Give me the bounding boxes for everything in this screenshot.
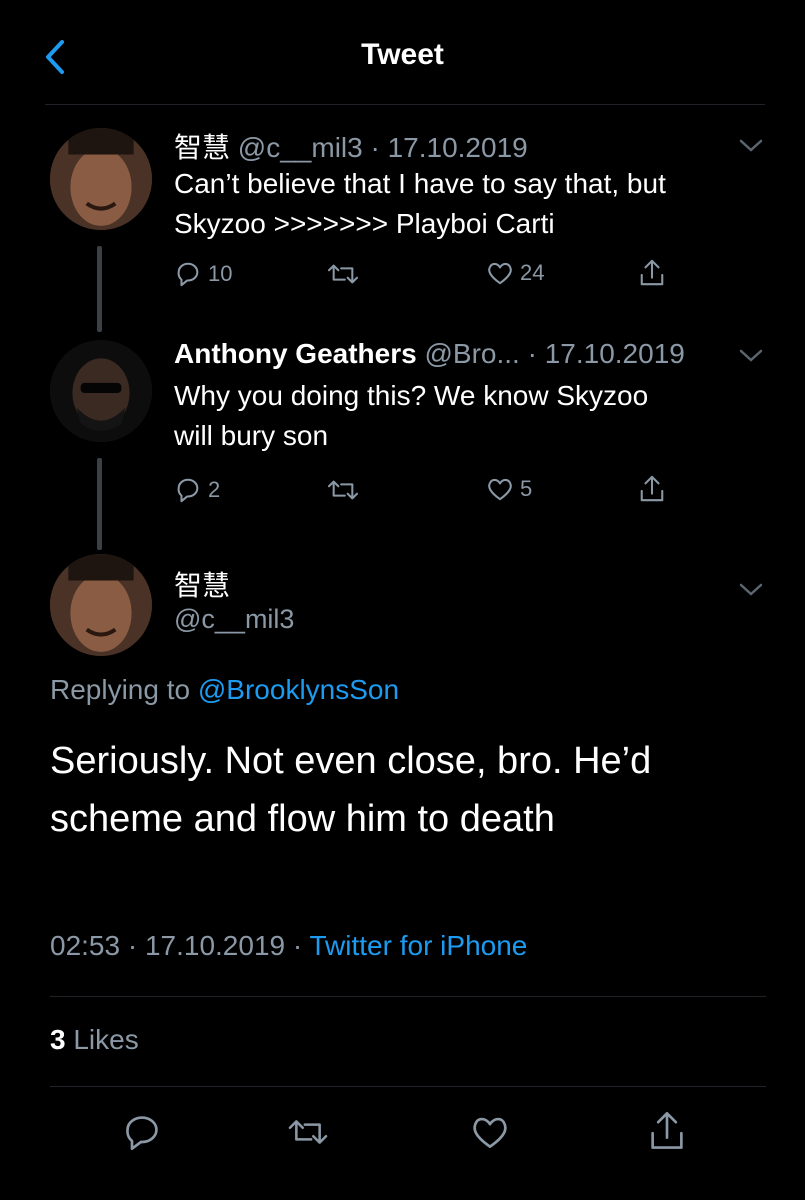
chevron-down-icon	[739, 139, 763, 152]
reply-button[interactable]	[122, 1112, 162, 1157]
retweet-button[interactable]	[326, 476, 360, 504]
tweet-date: · 17.10.2019 ·	[127, 930, 303, 961]
reply-icon	[126, 1116, 158, 1150]
share-button[interactable]	[638, 258, 666, 288]
retweet-icon	[327, 264, 359, 284]
avatar[interactable]	[50, 554, 152, 656]
page-title: Tweet	[361, 38, 444, 71]
chevron-down-icon	[739, 583, 763, 596]
handle[interactable]: @c__mil3	[238, 132, 363, 163]
tweet-text-line: scheme and flow him to death	[50, 798, 555, 840]
reply-count: 10	[208, 261, 233, 286]
main-tweet-text: Seriously. Not even close, bro. He’d sch…	[50, 732, 770, 848]
display-name[interactable]: 智慧	[174, 132, 230, 163]
share-button[interactable]	[648, 1110, 686, 1157]
heart-icon	[488, 478, 512, 501]
tweet-text: Why you doing this? We know Skyzoo will …	[174, 376, 754, 456]
tweet-timestamp: 02:53 · 17.10.2019 · Twitter for iPhone	[50, 930, 527, 962]
handle[interactable]: @Bro...	[424, 338, 519, 369]
like-count: 5	[520, 476, 533, 501]
tweet-text: Can’t believe that I have to say that, b…	[174, 164, 754, 244]
share-icon	[640, 475, 664, 502]
share-icon	[640, 259, 664, 286]
reply-button[interactable]: 10	[174, 260, 232, 288]
tweet-date: · 17.10.2019	[527, 338, 685, 369]
avatar[interactable]	[50, 128, 152, 230]
thread-line	[97, 458, 102, 550]
heart-icon	[488, 262, 512, 285]
tweet-meta: 智慧 @c__mil3 · 17.10.2019	[174, 126, 528, 166]
avatar[interactable]	[50, 340, 152, 442]
likes-stat[interactable]: 3 Likes	[50, 1024, 139, 1056]
avatar-photo	[50, 554, 152, 656]
tweet-menu-caret[interactable]	[738, 582, 764, 598]
handle[interactable]: @c__mil3	[174, 604, 294, 635]
retweet-button[interactable]	[286, 1114, 330, 1155]
replying-handle-link[interactable]: @BrooklynsSon	[198, 674, 399, 705]
avatar-photo	[50, 340, 152, 442]
tweet-text-line: Skyzoo >>>>>>> Playboi Carti	[174, 208, 555, 239]
share-icon	[651, 1111, 683, 1149]
likes-label: Likes	[73, 1024, 139, 1055]
avatar-photo	[50, 128, 152, 230]
likes-count: 3	[50, 1024, 66, 1055]
like-button[interactable]	[470, 1114, 510, 1155]
like-count: 24	[520, 260, 545, 285]
retweet-button[interactable]	[326, 260, 360, 288]
tweet-text-line: Seriously. Not even close, bro. He’d	[50, 740, 652, 782]
tweet-text-line: will bury son	[174, 420, 329, 451]
heart-icon	[473, 1117, 507, 1148]
like-button[interactable]: 24	[486, 260, 544, 286]
tweet-text-line: Can’t believe that I have to say that, b…	[174, 168, 666, 199]
reply-count: 2	[208, 477, 221, 502]
retweet-icon	[327, 480, 359, 500]
reply-icon	[177, 262, 199, 287]
divider	[50, 1086, 766, 1087]
display-name[interactable]: 智慧	[174, 564, 230, 604]
header-divider	[45, 104, 765, 105]
like-button[interactable]: 5	[486, 476, 532, 502]
replying-to: Replying to @BrooklynsSon	[50, 674, 399, 706]
reply-icon	[177, 478, 199, 503]
tweet-menu-caret[interactable]	[738, 348, 764, 364]
thread-line	[97, 246, 102, 332]
tweet-time: 02:53	[50, 930, 121, 961]
tweet-menu-caret[interactable]	[738, 138, 764, 154]
share-button[interactable]	[638, 474, 666, 504]
tweet-text-line: Why you doing this? We know Skyzoo	[174, 380, 649, 411]
display-name[interactable]: Anthony Geathers	[174, 338, 417, 369]
reply-button[interactable]: 2	[174, 476, 220, 504]
tweet-source-link[interactable]: Twitter for iPhone	[309, 930, 527, 961]
replying-prefix: Replying to	[50, 674, 191, 705]
divider	[50, 996, 766, 997]
tweet-date: · 17.10.2019	[370, 132, 528, 163]
tweet-meta: Anthony Geathers @Bro... · 17.10.2019	[174, 338, 685, 370]
retweet-icon	[288, 1120, 328, 1144]
chevron-down-icon	[739, 349, 763, 362]
